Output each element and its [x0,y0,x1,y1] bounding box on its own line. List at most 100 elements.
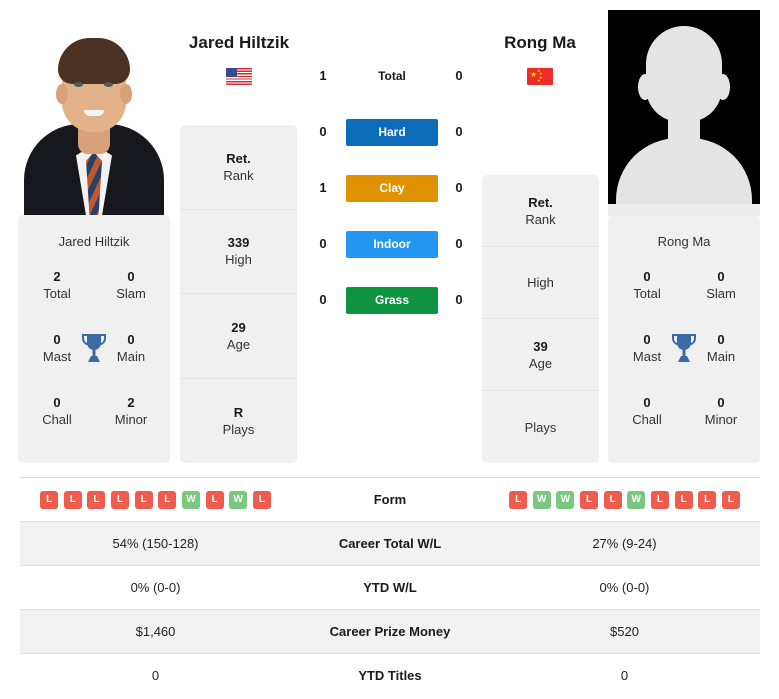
form-badge: L [721,491,740,509]
left-titles-card-name: Jared Hiltzik [58,234,130,249]
h2h-row-indoor: 0 Indoor 0 [303,226,479,282]
right-minor-titles: 0 Minor [704,395,738,427]
right-main-titles: 0 Main [706,332,736,364]
silhouette-placeholder-icon [608,10,760,216]
h2h-clay-label[interactable]: Clay [346,175,438,202]
right-slam-titles: 0 Slam [706,269,736,301]
h2h-clay-right-value: 0 [455,180,463,195]
row-label-ytd-wl: YTD W/L [363,580,417,595]
h2h-row-clay: 1 Clay 0 [303,170,479,226]
table-row: $1,460 Career Prize Money $520 [20,609,760,654]
right-titles-card: Rong Ma 0 Total 0 Slam 0 Mast 0 Main 0 C… [608,215,760,463]
form-badge: W [627,491,646,509]
form-badge: W [229,491,248,509]
form-badge: W [556,491,575,509]
right-player-name[interactable]: Rong Ma [460,32,620,54]
form-badge: L [603,491,622,509]
left-ytd-titles: 0 [151,668,160,683]
form-badge: W [532,491,551,509]
left-player-header: Jared Hiltzik [159,32,319,90]
left-titles-card: Jared Hiltzik 2 Total 0 Slam 0 Mast 0 Ma… [18,215,170,463]
left-total-titles: 2 Total [43,269,71,301]
trophy-icon [670,331,698,365]
right-age-stat: 39 Age [482,319,599,391]
table-row: 0 YTD Titles 0 [20,653,760,698]
left-plays-stat: R Plays [222,404,255,437]
h2h-grass-left-value: 0 [319,292,327,307]
form-badge: L [509,491,528,509]
right-career-total-wl: 27% (9-24) [592,536,657,551]
h2h-clay-left-value: 1 [319,180,327,195]
right-ytd-wl: 0% (0-0) [599,580,650,595]
row-label-career-prize-money: Career Prize Money [329,624,451,639]
form-badge: L [205,491,224,509]
right-total-titles: 0 Total [633,269,661,301]
right-rank-stat: Ret. Rank [482,175,599,247]
left-minor-titles: 2 Minor [114,395,148,427]
form-badge: L [650,491,669,509]
h2h-total-left-value: 1 [319,68,327,83]
form-badge: W [181,491,200,509]
form-badge: L [158,491,177,509]
h2h-row-grass: 0 Grass 0 [303,282,479,338]
right-player-photo[interactable] [608,10,760,216]
h2h-total-label: Total [378,69,406,83]
form-badge: L [674,491,693,509]
surface-h2h-bars: 1 Total 0 0 Hard 0 1 Clay 0 0 Indoor 0 0… [303,58,479,338]
h2h-indoor-label[interactable]: Indoor [346,231,438,258]
comparison-table: L L L L L L W L W L Form L W W L L W L L [20,477,760,697]
right-player-header: Rong Ma ★ ★ ★ ★ ★ [460,32,620,90]
right-stat-stack: Ret. Rank High 39 Age Plays [482,175,599,463]
form-badge: L [134,491,153,509]
left-stat-stack: Ret. Rank 339 High 29 Age R Plays [180,125,297,463]
left-career-total-wl: 54% (150-128) [112,536,199,551]
left-main-titles: 0 Main [116,332,146,364]
right-titles-card-name: Rong Ma [657,234,711,249]
h2h-grass-right-value: 0 [455,292,463,307]
h2h-hard-right-value: 0 [455,124,463,139]
headshot-image [18,10,170,216]
form-badge: L [252,491,271,509]
table-row: 0% (0-0) YTD W/L 0% (0-0) [20,565,760,610]
right-ytd-titles: 0 [620,668,629,683]
right-plays-stat: Plays [524,419,557,435]
right-form-cell: L W W L L W L L L L [489,478,760,522]
row-label-ytd-titles: YTD Titles [358,668,422,683]
table-row: L L L L L L W L W L Form L W W L L W L L [20,477,760,522]
left-rank-stat: Ret. Rank [180,125,297,210]
form-badge: L [580,491,599,509]
h2h-row-hard: 0 Hard 0 [303,114,479,170]
h2h-grass-label[interactable]: Grass [346,287,438,314]
right-challenger-titles: 0 Chall [632,395,662,427]
h2h-indoor-right-value: 0 [455,236,463,251]
h2h-hard-label[interactable]: Hard [346,119,438,146]
left-player-photo[interactable] [18,10,170,216]
left-high-rank-stat: 339 High [180,210,297,294]
form-badge: L [87,491,106,509]
right-masters-titles: 0 Mast [632,332,662,364]
left-age-stat: 29 Age [180,294,297,379]
row-label-career-total-wl: Career Total W/L [338,536,442,551]
us-flag-icon [226,68,252,85]
table-row: 54% (150-128) Career Total W/L 27% (9-24… [20,521,760,566]
row-label-form: Form [373,492,407,507]
left-slam-titles: 0 Slam [116,269,146,301]
right-high-rank-stat: High [482,247,599,319]
cn-flag-icon: ★ ★ ★ ★ ★ [527,68,553,85]
form-badge: L [111,491,130,509]
form-badge: L [40,491,59,509]
left-form-cell: L L L L L L W L W L [20,478,291,522]
trophy-icon [80,331,108,365]
form-badge: L [698,491,717,509]
left-masters-titles: 0 Mast [42,332,72,364]
h2h-indoor-left-value: 0 [319,236,327,251]
left-challenger-titles: 0 Chall [42,395,72,427]
left-career-prize-money: $1,460 [135,624,176,639]
h2h-hard-left-value: 0 [319,124,327,139]
h2h-total-right-value: 0 [455,68,463,83]
player-comparison-header: Jared Hiltzik Rong Ma ★ ★ ★ ★ ★ Jared Hi… [0,0,779,472]
left-player-name[interactable]: Jared Hiltzik [159,32,319,54]
left-ytd-wl: 0% (0-0) [130,580,181,595]
h2h-row-total: 1 Total 0 [303,58,479,114]
right-career-prize-money: $520 [610,624,639,639]
